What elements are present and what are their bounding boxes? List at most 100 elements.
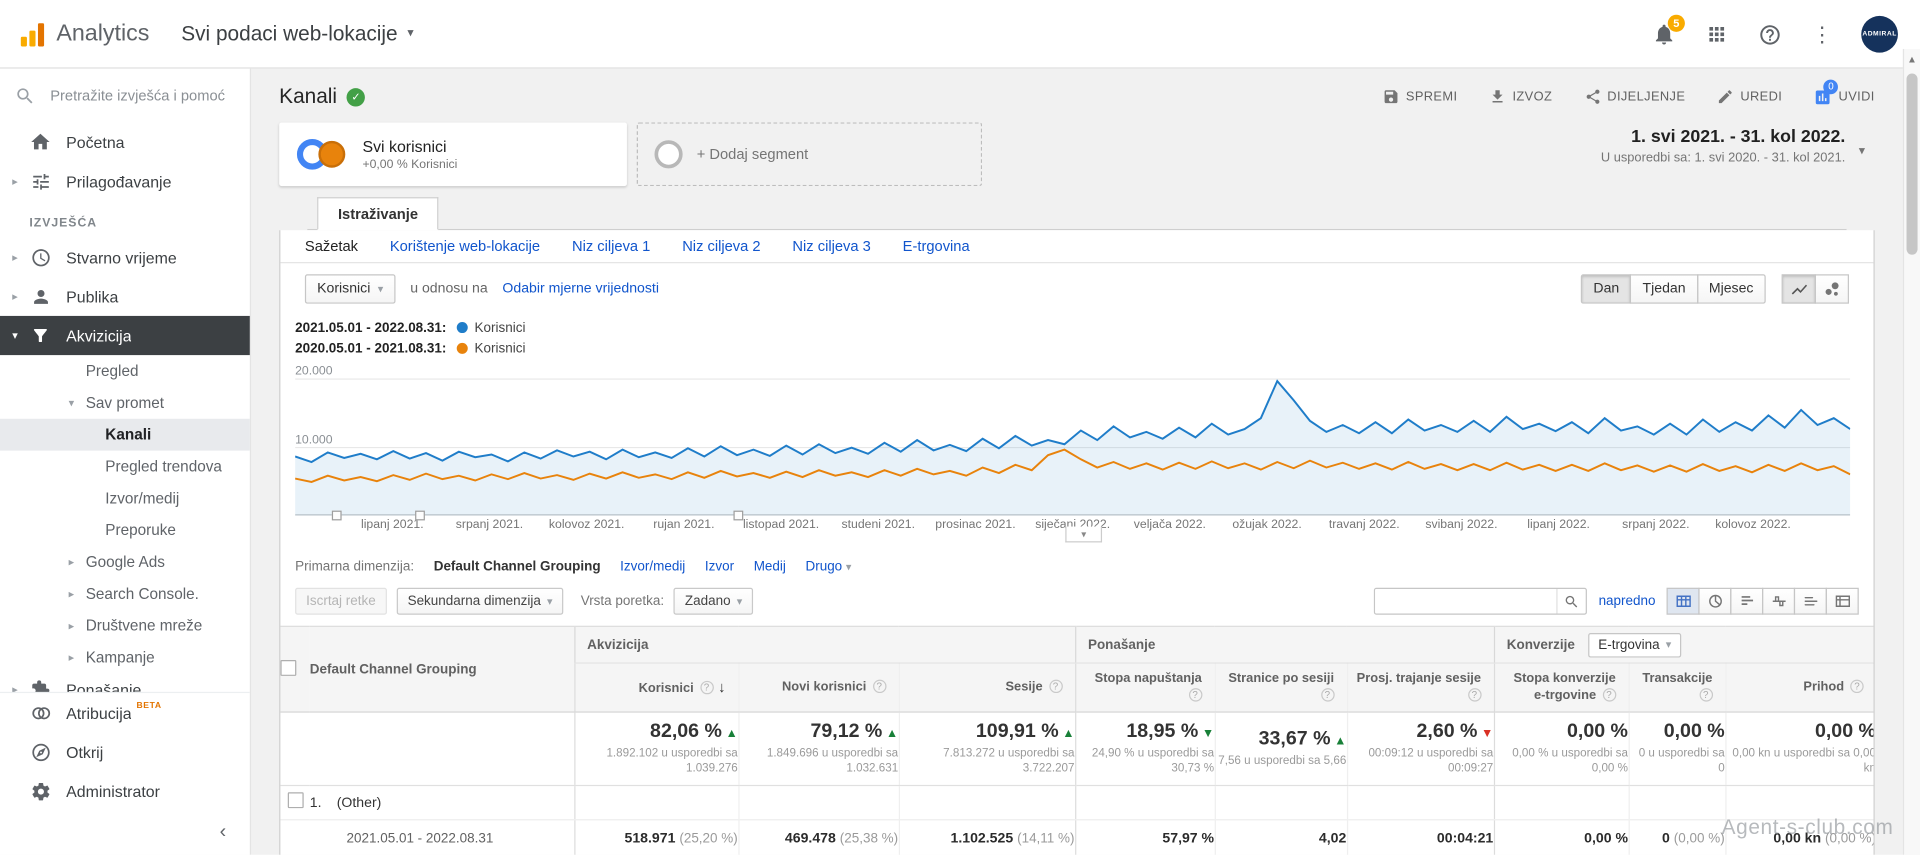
sidebar-item-pregled-trendova[interactable]: Pregled trendova bbox=[0, 451, 250, 483]
group-header-akvizicija: Akvizicija bbox=[574, 626, 1075, 663]
segment-all-users[interactable]: Svi korisnici +0,00 % Korisnici bbox=[279, 122, 627, 186]
column-header-channel[interactable]: Default Channel Grouping bbox=[310, 626, 574, 712]
sidebar-item-publika[interactable]: ▸ Publika bbox=[0, 277, 250, 316]
dimension-drugo[interactable]: Drugo ▾ bbox=[805, 560, 851, 575]
scrollbar-up-icon[interactable]: ▲ bbox=[1904, 49, 1920, 69]
sidebar-item-akvizicija[interactable]: ▾ Akvizicija bbox=[0, 316, 250, 355]
avatar[interactable]: ADMIRAL bbox=[1861, 16, 1898, 53]
sidebar-item-sav-promet[interactable]: ▾ Sav promet bbox=[0, 387, 250, 419]
help-icon: ? bbox=[700, 681, 713, 694]
column-header-stopa-napustanja[interactable]: Stopa napuštanja? bbox=[1075, 663, 1215, 712]
sidebar-search-input[interactable] bbox=[48, 86, 232, 106]
sidebar-collapse-button[interactable]: ‹ bbox=[208, 818, 237, 847]
subtab-koristenje[interactable]: Korištenje web-lokacije bbox=[390, 238, 540, 255]
row-checkbox[interactable] bbox=[287, 792, 303, 808]
subtab-niz-ciljeva-2[interactable]: Niz ciljeva 2 bbox=[682, 238, 760, 255]
scrollbar-thumb[interactable] bbox=[1907, 73, 1918, 254]
sidebar-item-google-ads[interactable]: ▸ Google Ads bbox=[0, 546, 250, 578]
insights-button[interactable]: 0 UVIDI bbox=[1814, 88, 1875, 106]
annotation-marker[interactable] bbox=[733, 511, 743, 521]
subtab-e-trgovina[interactable]: E-trgovina bbox=[903, 238, 970, 255]
comparison-view-icon bbox=[1770, 593, 1787, 610]
vertical-scrollbar[interactable]: ▲ bbox=[1903, 49, 1920, 855]
view-performance-button[interactable] bbox=[1730, 588, 1763, 615]
sidebar-item-izvor-medij[interactable]: Izvor/medij bbox=[0, 482, 250, 514]
sidebar-item-stvarno-vrijeme[interactable]: ▸ Stvarno vrijeme bbox=[0, 238, 250, 277]
sidebar-item-administrator[interactable]: Administrator bbox=[0, 771, 250, 810]
view-percentage-button[interactable] bbox=[1698, 588, 1731, 615]
sidebar-item-pregled[interactable]: Pregled bbox=[0, 355, 250, 387]
sidebar-item-preporuke[interactable]: Preporuke bbox=[0, 514, 250, 546]
sidebar-search[interactable] bbox=[0, 69, 250, 123]
column-header-korisnici[interactable]: Korisnici?↓ bbox=[574, 663, 738, 712]
column-header-sesije[interactable]: Sesije? bbox=[899, 663, 1075, 712]
sidebar-item-pocetna[interactable]: Početna bbox=[0, 122, 250, 161]
subtab-niz-ciljeva-1[interactable]: Niz ciljeva 1 bbox=[572, 238, 650, 255]
view-table-button[interactable] bbox=[1667, 588, 1700, 615]
view-comparison-button[interactable] bbox=[1762, 588, 1795, 615]
sidebar-item-atribucija[interactable]: Atribucija BETA bbox=[0, 693, 250, 732]
property-selector[interactable]: Svi podaci web-lokacije ▾ bbox=[181, 21, 413, 45]
sidebar-item-search-console[interactable]: ▸ Search Console. bbox=[0, 578, 250, 610]
help-button[interactable] bbox=[1756, 21, 1783, 48]
edit-button[interactable]: UREDI bbox=[1717, 88, 1782, 105]
view-term-cloud-button[interactable] bbox=[1794, 588, 1827, 615]
x-axis-label: ožujak 2022. bbox=[1232, 518, 1301, 531]
primary-dimension-row: Primarna dimenzija: Default Channel Grou… bbox=[280, 555, 1873, 579]
chevron-down-icon: ▾ bbox=[737, 594, 743, 607]
annotations-expander[interactable]: ▾ bbox=[1065, 527, 1102, 543]
table-search-button[interactable] bbox=[1556, 588, 1585, 615]
annotation-marker[interactable] bbox=[332, 511, 342, 521]
dimension-default-channel-grouping[interactable]: Default Channel Grouping bbox=[434, 560, 601, 575]
dimension-izvor[interactable]: Izvor bbox=[705, 560, 734, 575]
select-all-checkbox[interactable] bbox=[280, 659, 296, 675]
sidebar-item-otkrij[interactable]: Otkrij bbox=[0, 732, 250, 771]
bars-view-icon bbox=[1738, 593, 1755, 610]
sidebar-item-kanali[interactable]: Kanali bbox=[0, 419, 250, 451]
date-range-selector[interactable]: 1. svi 2021. - 31. kol 2022. U usporedbi… bbox=[1601, 127, 1845, 165]
subtab-niz-ciljeva-3[interactable]: Niz ciljeva 3 bbox=[792, 238, 870, 255]
column-header-prosj-trajanje[interactable]: Prosj. trajanje sesije? bbox=[1347, 663, 1494, 712]
table-search-input[interactable] bbox=[1374, 589, 1555, 613]
view-pivot-button[interactable] bbox=[1826, 588, 1859, 615]
sidebar-item-drustvene-mreze[interactable]: ▸ Društvene mreže bbox=[0, 610, 250, 642]
sidebar-item-prilagodavanje[interactable]: ▸ Prilagođavanje bbox=[0, 162, 250, 201]
x-axis-label: rujan 2021. bbox=[653, 518, 714, 531]
tab-istrazivanje[interactable]: Istraživanje bbox=[317, 197, 439, 230]
sidebar-item-kampanje[interactable]: ▸ Kampanje bbox=[0, 642, 250, 674]
column-header-prihod[interactable]: Prihod? bbox=[1725, 663, 1874, 712]
secondary-dimension-button[interactable]: Sekundarna dimenzija ▾ bbox=[397, 588, 564, 615]
notifications-button[interactable]: 5 bbox=[1651, 21, 1678, 48]
motion-chart-button[interactable] bbox=[1815, 274, 1849, 303]
share-button[interactable]: DIJELJENJE bbox=[1584, 88, 1685, 105]
sort-type-button[interactable]: Zadano ▾ bbox=[674, 588, 753, 615]
sidebar-item-ponasanje-clipped[interactable]: ▸ Ponašanje bbox=[0, 673, 250, 691]
annotation-marker[interactable] bbox=[415, 511, 425, 521]
select-metric-link[interactable]: Odabir mjerne vrijednosti bbox=[502, 282, 659, 297]
save-button[interactable]: SPREMI bbox=[1383, 88, 1458, 105]
export-button[interactable]: IZVOZ bbox=[1489, 88, 1552, 105]
dimension-medij[interactable]: Medij bbox=[754, 560, 786, 575]
dimension-izvor-medij[interactable]: Izvor/medij bbox=[620, 560, 685, 575]
granularity-month-button[interactable]: Mjesec bbox=[1697, 274, 1766, 303]
conversions-type-select[interactable]: E-trgovina ▾ bbox=[1588, 632, 1681, 656]
granularity-day-button[interactable]: Dan bbox=[1581, 274, 1631, 303]
granularity-week-button[interactable]: Tjedan bbox=[1630, 274, 1698, 303]
subtab-sazetak[interactable]: Sažetak bbox=[305, 238, 358, 255]
column-header-transakcije[interactable]: Transakcije? bbox=[1629, 663, 1726, 712]
add-segment-button[interactable]: + Dodaj segment bbox=[637, 122, 982, 186]
advanced-filter-link[interactable]: napredno bbox=[1599, 594, 1656, 609]
column-header-stopa-konverzije[interactable]: Stopa konverzije e-trgovine? bbox=[1494, 663, 1629, 712]
app-header: Analytics Svi podaci web-lokacije ▾ 5 ⋮ … bbox=[0, 0, 1920, 69]
more-options-button[interactable]: ⋮ bbox=[1809, 21, 1836, 48]
chevron-down-icon: ▾ bbox=[12, 329, 29, 342]
apps-button[interactable] bbox=[1703, 21, 1730, 48]
avatar-label: ADMIRAL bbox=[1862, 31, 1896, 38]
analytics-logo[interactable]: Analytics bbox=[17, 19, 149, 48]
column-header-novi-korisnici[interactable]: Novi korisnici? bbox=[738, 663, 898, 712]
metric-select-button[interactable]: Korisnici ▾ bbox=[305, 274, 396, 303]
column-header-stranice-po-sesiji[interactable]: Stranice po sesiji? bbox=[1215, 663, 1347, 712]
group-header-konverzije: Konverzije E-trgovina ▾ bbox=[1494, 626, 1875, 663]
channel-cell[interactable]: 1.(Other) bbox=[310, 786, 574, 820]
line-chart-button[interactable] bbox=[1782, 274, 1816, 303]
